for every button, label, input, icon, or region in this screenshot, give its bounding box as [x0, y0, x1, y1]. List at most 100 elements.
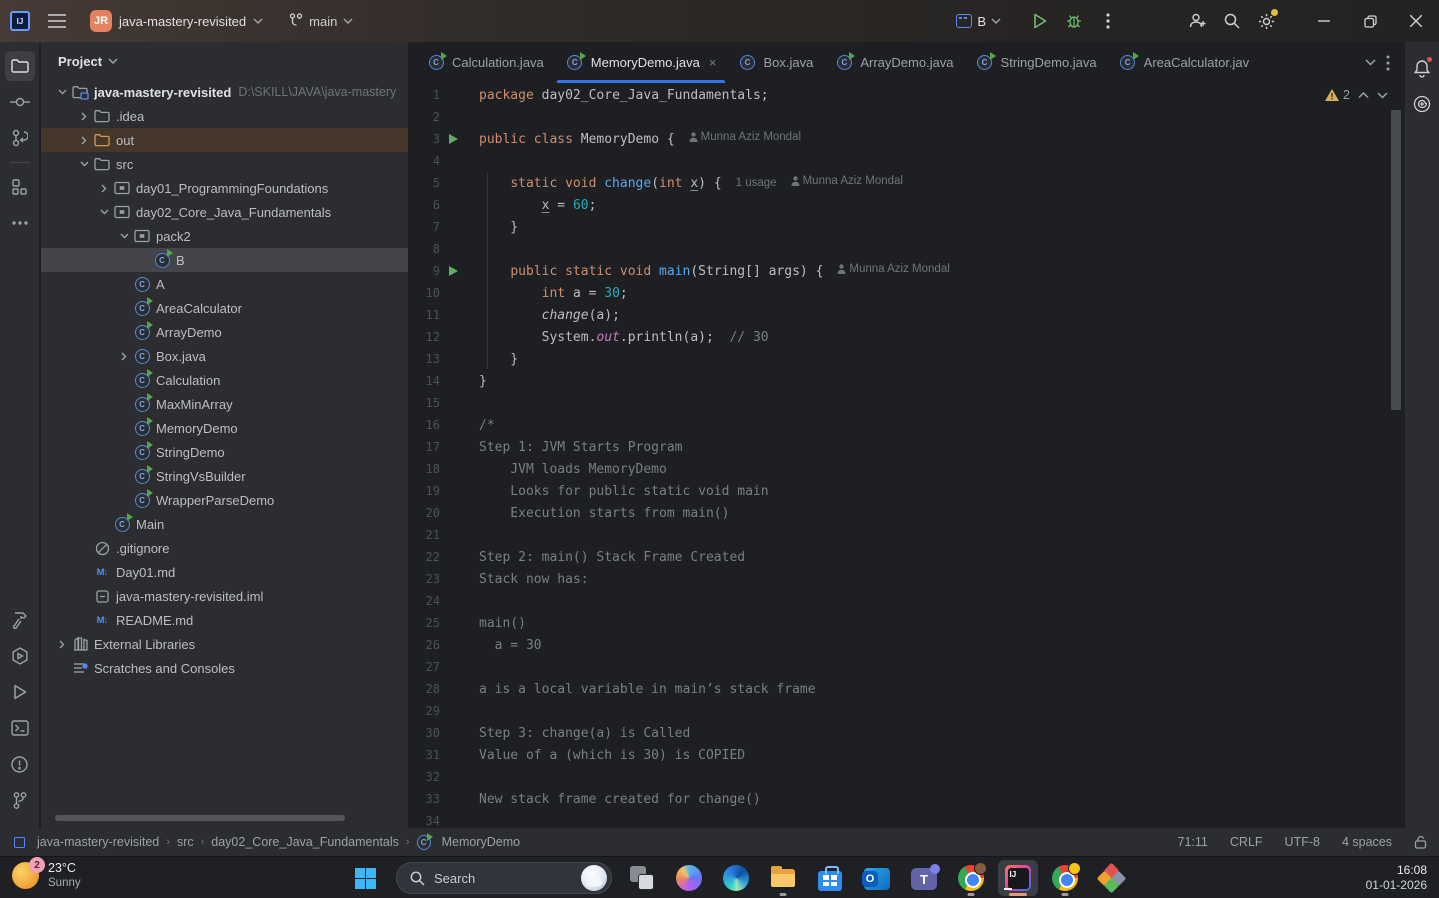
- project-panel-header[interactable]: Project: [41, 42, 408, 80]
- editor-vertical-scrollbar[interactable]: [1391, 110, 1401, 410]
- taskbar-copilot-button[interactable]: [669, 860, 709, 896]
- tree-item-pack2[interactable]: pack2: [41, 224, 408, 248]
- tree-item-box-java[interactable]: C Box.java: [41, 344, 408, 368]
- run-configuration-selector[interactable]: B: [948, 11, 1009, 32]
- tool-structure-button[interactable]: [5, 172, 35, 202]
- gutter-run-button[interactable]: [440, 260, 466, 282]
- tree-item-a[interactable]: CA: [41, 272, 408, 296]
- notifications-button[interactable]: [1408, 54, 1436, 82]
- tree-item-b[interactable]: CB: [41, 248, 408, 272]
- usage-inlay-hint[interactable]: 1 usage: [736, 177, 777, 189]
- main-menu-button[interactable]: [44, 8, 70, 34]
- breadcrumb-item-java-mastery-revisited[interactable]: java-mastery-revisited: [12, 835, 159, 849]
- ai-assistant-button[interactable]: [1408, 90, 1436, 118]
- tree-item-readme-md[interactable]: M↓ README.md: [41, 608, 408, 632]
- line-separator[interactable]: CRLF: [1230, 835, 1263, 849]
- breadcrumb-item-src[interactable]: src: [177, 835, 194, 849]
- tree-item-day01-programmingfoundations[interactable]: day01_ProgrammingFoundations: [41, 176, 408, 200]
- tool-services-button[interactable]: [5, 641, 35, 671]
- indent-setting[interactable]: 4 spaces: [1342, 835, 1392, 849]
- tree-item-java-mastery-revisited[interactable]: java-mastery-revisited D:\SKILL\JAVA\java…: [41, 80, 408, 104]
- tree-item-java-mastery-revisited-iml[interactable]: java-mastery-revisited.iml: [41, 584, 408, 608]
- weather-widget[interactable]: 2 23°C Sunny: [12, 857, 81, 890]
- chevron-right-icon[interactable]: [53, 635, 71, 653]
- taskbar-outlook-button[interactable]: [857, 860, 897, 896]
- taskbar-file-explorer-button[interactable]: [763, 860, 803, 896]
- chevron-down-icon[interactable]: [53, 83, 71, 101]
- tree-item-memorydemo[interactable]: C MemoryDemo: [41, 416, 408, 440]
- tree-item-maxminarray[interactable]: C MaxMinArray: [41, 392, 408, 416]
- file-encoding[interactable]: UTF-8: [1285, 835, 1320, 849]
- tree-item-stringdemo[interactable]: C StringDemo: [41, 440, 408, 464]
- taskbar-search-input[interactable]: Search: [396, 862, 612, 894]
- taskbar-task-view-button[interactable]: [622, 860, 662, 896]
- taskbar-clock[interactable]: 16:08 01-01-2026: [1366, 863, 1427, 893]
- editor-tab-areacalculator-jav[interactable]: C AreaCalculator.jav: [1108, 42, 1261, 83]
- editor-tab-arraydemo-java[interactable]: C ArrayDemo.java: [824, 42, 964, 83]
- taskbar-chrome-profile-2-button[interactable]: [1045, 860, 1085, 896]
- next-warning-icon[interactable]: [1377, 91, 1388, 99]
- tool-terminal-button[interactable]: [5, 713, 35, 743]
- editor-tab-memorydemo-java[interactable]: C MemoryDemo.java ×: [555, 42, 728, 83]
- taskbar-teams-button[interactable]: [904, 860, 944, 896]
- taskbar-chrome-profile-1-button[interactable]: [951, 860, 991, 896]
- taskbar-intellij-idea-button[interactable]: IJ: [998, 860, 1038, 896]
- tree-item-external-libraries[interactable]: External Libraries: [41, 632, 408, 656]
- author-inlay-hint[interactable]: Munna Aziz Mondal: [689, 131, 801, 143]
- breadcrumb-item-day02-core-java-fundamentals[interactable]: day02_Core_Java_Fundamentals: [211, 835, 399, 849]
- window-minimize-button[interactable]: [1301, 0, 1347, 42]
- unlock-icon[interactable]: [1414, 835, 1427, 849]
- gutter-run-button[interactable]: [440, 128, 466, 150]
- taskbar-diamond-app-button[interactable]: [1092, 860, 1132, 896]
- tab-options-icon[interactable]: [1386, 55, 1390, 71]
- taskbar-edge-button[interactable]: [716, 860, 756, 896]
- tree-item-day01-md[interactable]: M↓ Day01.md: [41, 560, 408, 584]
- tab-list-chevron-icon[interactable]: [1365, 59, 1376, 66]
- window-close-button[interactable]: [1393, 0, 1439, 42]
- tree-item-day02-core-java-fundamentals[interactable]: day02_Core_Java_Fundamentals: [41, 200, 408, 224]
- chevron-down-icon[interactable]: [95, 203, 113, 221]
- tool-version-control-button[interactable]: [5, 785, 35, 815]
- tab-close-icon[interactable]: ×: [709, 55, 717, 70]
- breadcrumb-item-memorydemo[interactable]: C MemoryDemo: [416, 833, 520, 850]
- caret-position[interactable]: 71:11: [1178, 835, 1208, 849]
- more-tool-windows-button[interactable]: [5, 208, 35, 238]
- run-button[interactable]: [1023, 6, 1057, 36]
- chevron-down-icon[interactable]: [75, 155, 93, 173]
- tool-git-button[interactable]: [5, 123, 35, 153]
- chevron-right-icon[interactable]: [95, 179, 113, 197]
- author-inlay-hint[interactable]: Munna Aziz Mondal: [791, 175, 903, 187]
- code-editor[interactable]: 1 package day02_Core_Java_Fundamentals; 2 3…: [408, 84, 1404, 828]
- tree-item-src[interactable]: src: [41, 152, 408, 176]
- author-inlay-hint[interactable]: Munna Aziz Mondal: [837, 263, 950, 275]
- settings-button[interactable]: [1249, 6, 1283, 36]
- search-everywhere-button[interactable]: [1215, 6, 1249, 36]
- tree-item-stringvsbuilder[interactable]: C StringVsBuilder: [41, 464, 408, 488]
- tree-item-areacalculator[interactable]: C AreaCalculator: [41, 296, 408, 320]
- editor-tab-calculation-java[interactable]: C Calculation.java: [416, 42, 555, 83]
- tree-item-main[interactable]: C Main: [41, 512, 408, 536]
- tool-problems-button[interactable]: [5, 749, 35, 779]
- vcs-branch-widget[interactable]: main: [283, 10, 359, 32]
- tree-item--idea[interactable]: .idea: [41, 104, 408, 128]
- tree-item-calculation[interactable]: C Calculation: [41, 368, 408, 392]
- inspections-widget[interactable]: 2: [1325, 88, 1388, 102]
- tree-item-out[interactable]: out: [41, 128, 408, 152]
- window-restore-button[interactable]: [1347, 0, 1393, 42]
- chevron-right-icon[interactable]: [75, 107, 93, 125]
- tool-project-button[interactable]: [4, 51, 35, 81]
- tool-run-button[interactable]: [5, 677, 35, 707]
- more-actions-button[interactable]: [1091, 6, 1125, 36]
- debug-button[interactable]: [1057, 6, 1091, 36]
- tree-item-wrapperparsedemo[interactable]: C WrapperParseDemo: [41, 488, 408, 512]
- tool-build-button[interactable]: [5, 605, 35, 635]
- tree-item-scratches-and-consoles[interactable]: Scratches and Consoles: [41, 656, 408, 680]
- tree-item-arraydemo[interactable]: C ArrayDemo: [41, 320, 408, 344]
- start-button[interactable]: [352, 865, 379, 892]
- code-with-me-button[interactable]: [1181, 6, 1215, 36]
- tool-commit-button[interactable]: [5, 87, 35, 117]
- chevron-right-icon[interactable]: [115, 347, 133, 365]
- project-widget[interactable]: JR java-mastery-revisited: [84, 7, 269, 35]
- editor-tab-stringdemo-java[interactable]: C StringDemo.java: [965, 42, 1108, 83]
- editor-tab-box-java[interactable]: C Box.java: [727, 42, 824, 83]
